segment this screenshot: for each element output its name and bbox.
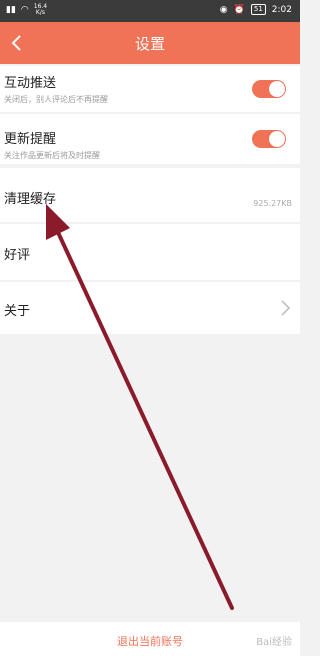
- network-speed-unit: K/s: [35, 9, 45, 16]
- status-right: ◉ ⏰ 51 2:02: [220, 4, 292, 15]
- setting-row-interaction-push: 互动推送 关闭后，别人评论后不再提醒: [0, 66, 300, 112]
- setting-row-rate[interactable]: 好评: [0, 224, 300, 280]
- setting-title: 互动推送: [4, 76, 57, 91]
- chevron-right-icon: [281, 300, 291, 316]
- sim-signal-icon: ▮▮: [6, 5, 16, 15]
- alarm-icon: ⏰: [233, 4, 245, 15]
- status-left: ▮▮ ◠ 16.4 K/s: [6, 4, 47, 16]
- setting-row-about[interactable]: 关于: [0, 282, 300, 334]
- setting-title: 清理缓存: [4, 192, 57, 207]
- wifi-icon: ◠: [20, 5, 29, 15]
- watermark: Bai经验: [256, 637, 292, 648]
- toggle-knob: [269, 131, 285, 147]
- setting-title: 好评: [4, 248, 31, 263]
- eye-icon: ◉: [219, 4, 228, 15]
- setting-row-update-reminder: 更新提醒 关注作品更新后将及时提醒: [0, 114, 300, 164]
- clock: 2:02: [271, 4, 292, 15]
- setting-subtitle: 关闭后，别人评论后不再提醒: [4, 95, 108, 104]
- setting-title: 更新提醒: [4, 132, 57, 147]
- toggle-knob: [269, 81, 285, 97]
- logout-button[interactable]: 退出当前账号: [0, 622, 300, 656]
- status-bar: ▮▮ ◠ 16.4 K/s ◉ ⏰ 51 2:02: [0, 0, 300, 22]
- update-reminder-toggle[interactable]: [252, 130, 286, 148]
- setting-row-clear-cache[interactable]: 清理缓存 925.27KB: [0, 168, 300, 222]
- logout-label: 退出当前账号: [117, 635, 183, 648]
- interaction-push-toggle[interactable]: [252, 80, 286, 98]
- setting-title: 关于: [4, 304, 31, 319]
- setting-subtitle: 关注作品更新后将及时提醒: [4, 151, 100, 160]
- app-bar: 设置: [0, 22, 300, 64]
- network-speed: 16.4 K/s: [34, 4, 47, 16]
- page-title: 设置: [134, 35, 165, 53]
- cache-size-value: 925.27KB: [253, 199, 292, 208]
- battery-indicator: 51: [250, 4, 266, 15]
